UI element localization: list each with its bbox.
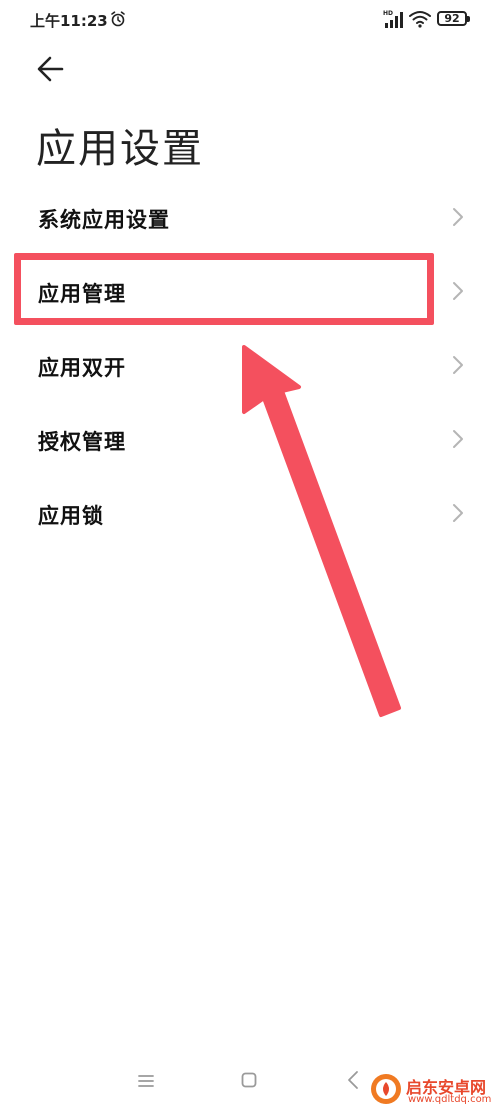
chevron-right-icon [453, 504, 463, 522]
list-item-dual-apps[interactable]: 应用双开 [0, 328, 500, 402]
list-item-label: 系统应用设置 [38, 208, 170, 232]
alarm-clock-icon [111, 11, 125, 27]
list-item-label: 应用锁 [38, 504, 104, 528]
list-item-label: 授权管理 [38, 430, 126, 454]
battery-level: 92 [444, 12, 460, 25]
signal-strength-icon: HD [383, 10, 403, 28]
status-bar: 上午11:23 HD 92 [0, 0, 500, 40]
chevron-right-icon [453, 208, 463, 226]
list-item-app-lock[interactable]: 应用锁 [0, 476, 500, 550]
app-settings-screen: 上午11:23 HD 92 应用设置 系统应用设置 应用管理 应用双开 授权管理… [0, 0, 500, 1111]
highlight-annotation-box [14, 253, 434, 325]
list-item-system-app-settings[interactable]: 系统应用设置 [0, 180, 500, 254]
watermark-logo-icon [371, 1074, 401, 1104]
watermark-url: www.qdltdq.com [408, 1094, 492, 1105]
status-time: 上午11:23 [30, 12, 108, 30]
wifi-icon [409, 11, 431, 28]
home-square-icon[interactable] [240, 1071, 258, 1089]
settings-list: 系统应用设置 应用管理 应用双开 授权管理 应用锁 [0, 180, 500, 550]
list-item-label: 应用双开 [38, 356, 126, 380]
chevron-right-icon [453, 282, 463, 300]
list-item-permissions[interactable]: 授权管理 [0, 402, 500, 476]
back-arrow-icon[interactable] [32, 52, 72, 86]
menu-icon[interactable] [137, 1072, 155, 1090]
chevron-left-icon[interactable] [346, 1070, 360, 1090]
chevron-right-icon [453, 430, 463, 448]
battery-icon: 92 [437, 11, 470, 26]
chevron-right-icon [453, 356, 463, 374]
svg-text:HD: HD [383, 10, 393, 17]
page-title: 应用设置 [36, 126, 204, 172]
